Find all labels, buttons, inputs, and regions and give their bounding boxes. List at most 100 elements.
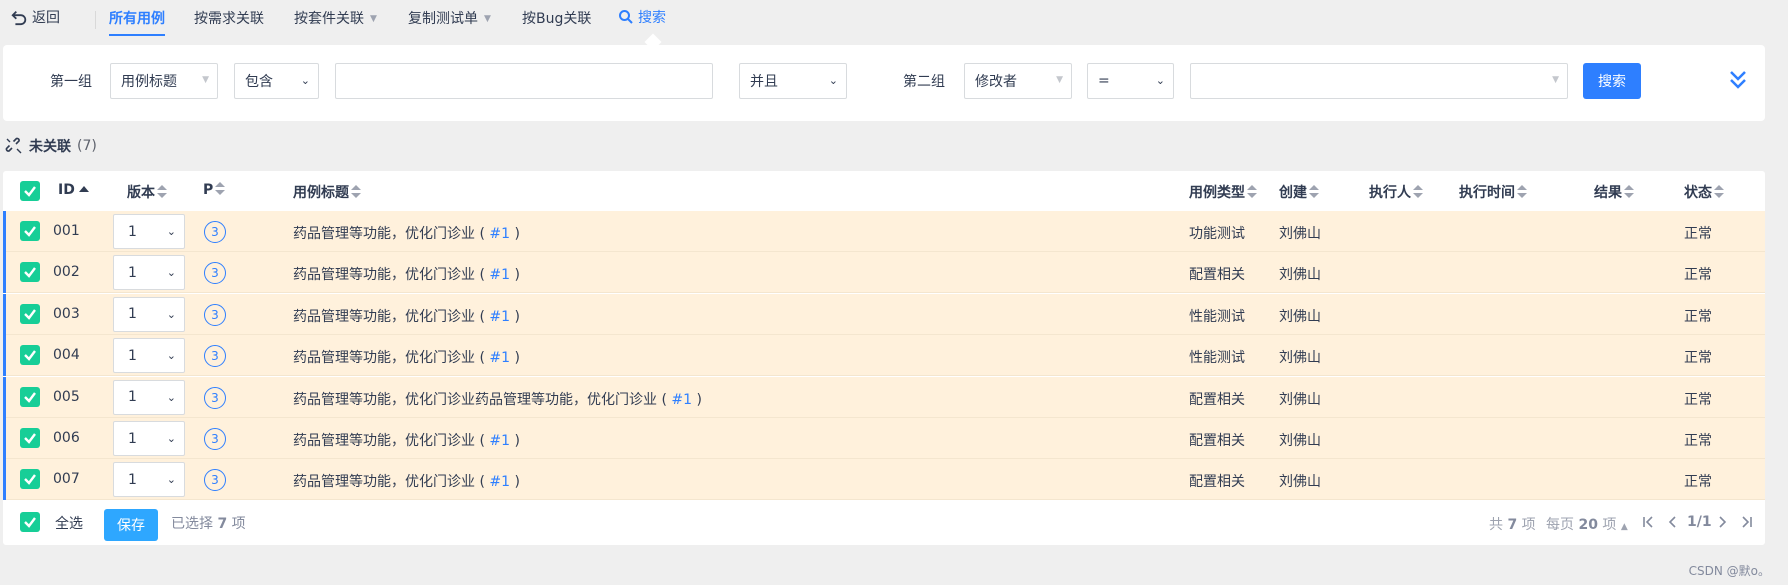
case-version-link[interactable]: #1 xyxy=(671,392,692,408)
case-title-close: ) xyxy=(514,308,520,325)
row-checkbox[interactable] xyxy=(20,221,40,241)
group2-label: 第二组 xyxy=(903,74,945,90)
th-result[interactable]: 结果 xyxy=(1594,182,1634,202)
andor-select[interactable]: 并且 ⌄ xyxy=(739,63,847,99)
table-row[interactable]: 003 1 ⌄ 3 药品管理等功能，优化门诊业 ( #1 ) 性能测试 刘佛山 正常 xyxy=(3,293,1765,335)
version-select[interactable]: 1 ⌄ xyxy=(113,462,185,498)
nav-divider xyxy=(95,11,96,29)
th-type[interactable]: 用例类型 xyxy=(1189,182,1257,202)
row-checkbox[interactable] xyxy=(20,303,40,324)
case-title-text: 药品管理等功能，优化门诊业 ( xyxy=(293,267,485,284)
tab-search[interactable]: 搜索 xyxy=(618,7,666,27)
chevron-down-icon: ▼ xyxy=(484,14,491,24)
row-selected-indicator xyxy=(3,418,6,459)
save-button[interactable]: 保存 xyxy=(104,509,158,541)
th-pri[interactable]: P xyxy=(203,182,226,198)
select-all-checkbox[interactable] xyxy=(20,512,40,532)
chevron-down-icon: ▼ xyxy=(1056,75,1063,85)
case-title[interactable]: 药品管理等功能，优化门诊业 ( #1 ) xyxy=(293,471,520,491)
last-page-icon[interactable] xyxy=(1740,515,1754,529)
double-chevron-down-icon[interactable] xyxy=(1728,69,1748,91)
case-title-text: 药品管理等功能，优化门诊业 ( xyxy=(293,433,485,449)
prev-page-icon[interactable] xyxy=(1665,515,1679,529)
tab-by-suite[interactable]: 按套件关联 ▼ xyxy=(294,8,377,28)
row-selected-indicator xyxy=(3,252,6,294)
table-row[interactable]: 004 1 ⌄ 3 药品管理等功能，优化门诊业 ( #1 ) 性能测试 刘佛山 正常 xyxy=(3,335,1765,377)
th-version-label: 版本 xyxy=(127,185,155,201)
case-status: 正常 xyxy=(1684,308,1712,325)
case-title-text: 药品管理等功能，优化门诊业 ( xyxy=(293,226,485,242)
group2-field-value: 修改者 xyxy=(975,74,1017,90)
th-executor-label: 执行人 xyxy=(1369,185,1411,201)
case-status: 正常 xyxy=(1684,350,1712,367)
group1-value-input[interactable] xyxy=(335,63,713,99)
tab-all-cases[interactable]: 所有用例 xyxy=(109,8,165,36)
row-checkbox[interactable] xyxy=(20,469,40,490)
group1-field-value: 用例标题 xyxy=(121,74,177,90)
header-checkbox[interactable] xyxy=(20,181,40,201)
version-select[interactable]: 1 ⌄ xyxy=(113,255,185,291)
table-row[interactable]: 007 1 ⌄ 3 药品管理等功能，优化门诊业 ( #1 ) 配置相关 刘佛山 正常 xyxy=(3,459,1765,501)
table-row[interactable]: 001 1 ⌄ 3 药品管理等功能，优化门诊业 ( #1 ) 功能测试 刘佛山 正常 xyxy=(3,211,1765,252)
unlink-icon xyxy=(5,137,22,154)
case-title[interactable]: 药品管理等功能，优化门诊业 ( #1 ) xyxy=(293,223,520,243)
th-executor[interactable]: 执行人 xyxy=(1369,182,1423,202)
case-version-link[interactable]: #1 xyxy=(489,309,510,325)
group2-operator-select[interactable]: = ⌄ xyxy=(1087,63,1174,99)
tab-copy-testtask[interactable]: 复制测试单 ▼ xyxy=(408,8,491,28)
th-creator[interactable]: 创建 xyxy=(1279,182,1319,202)
table-row[interactable]: 005 1 ⌄ 3 药品管理等功能，优化门诊业药品管理等功能，优化门诊业 ( #1 ) 配… xyxy=(3,376,1765,418)
first-page-icon[interactable] xyxy=(1641,515,1655,529)
case-title[interactable]: 药品管理等功能，优化门诊业 ( #1 ) xyxy=(293,306,520,326)
row-checkbox[interactable] xyxy=(20,262,40,283)
pager-total: 共 7 项 xyxy=(1489,514,1536,534)
case-title[interactable]: 药品管理等功能，优化门诊业药品管理等功能，优化门诊业 ( #1 ) xyxy=(293,389,702,409)
chevron-down-icon: ⌄ xyxy=(166,225,176,238)
th-status[interactable]: 状态 xyxy=(1684,182,1724,202)
version-value: 1 xyxy=(128,264,137,281)
select-all-label[interactable]: 全选 xyxy=(55,513,83,533)
andor-value: 并且 xyxy=(750,74,778,90)
version-select[interactable]: 1 ⌄ xyxy=(113,296,185,332)
th-id[interactable]: ID xyxy=(58,182,89,198)
version-select[interactable]: 1 ⌄ xyxy=(113,421,185,456)
row-checkbox[interactable] xyxy=(20,386,40,407)
case-version-link[interactable]: #1 xyxy=(489,267,510,283)
pager-per-page[interactable]: 每页 20 项 ▲ xyxy=(1546,514,1628,534)
th-title[interactable]: 用例标题 xyxy=(293,182,361,202)
priority-badge: 3 xyxy=(204,428,226,450)
group2-field-select[interactable]: 修改者 ▼ xyxy=(964,63,1072,99)
group1-operator-select[interactable]: 包含 ⌄ xyxy=(234,63,319,99)
next-page-icon[interactable] xyxy=(1716,515,1730,529)
check-icon xyxy=(24,186,36,197)
case-version-link[interactable]: #1 xyxy=(489,350,510,366)
sort-icon xyxy=(1714,185,1724,199)
th-version[interactable]: 版本 xyxy=(127,182,167,202)
case-version-link[interactable]: #1 xyxy=(489,433,510,449)
case-title[interactable]: 药品管理等功能，优化门诊业 ( #1 ) xyxy=(293,347,520,367)
tab-by-story[interactable]: 按需求关联 xyxy=(194,8,264,28)
version-select[interactable]: 1 ⌄ xyxy=(113,338,185,374)
case-status: 正常 xyxy=(1684,433,1712,449)
case-version-link[interactable]: #1 xyxy=(489,474,510,490)
search-button[interactable]: 搜索 xyxy=(1583,63,1641,99)
th-exec-time[interactable]: 执行时间 xyxy=(1459,182,1527,202)
case-title[interactable]: 药品管理等功能，优化门诊业 ( #1 ) xyxy=(293,430,520,450)
tab-by-bug[interactable]: 按Bug关联 xyxy=(522,8,591,28)
version-select[interactable]: 1 ⌄ xyxy=(113,214,185,249)
group2-value-select[interactable]: ▼ xyxy=(1190,63,1568,99)
pager-per-page-prefix: 每页 xyxy=(1546,517,1574,533)
th-creator-label: 创建 xyxy=(1279,185,1307,201)
table-row[interactable]: 006 1 ⌄ 3 药品管理等功能，优化门诊业 ( #1 ) 配置相关 刘佛山 正常 xyxy=(3,418,1765,459)
row-checkbox[interactable] xyxy=(20,428,40,448)
back-button[interactable]: 返回 xyxy=(10,7,60,27)
case-type: 配置相关 xyxy=(1189,267,1245,284)
row-checkbox[interactable] xyxy=(20,345,40,366)
group1-field-select[interactable]: 用例标题 ▼ xyxy=(110,63,218,99)
table-row[interactable]: 002 1 ⌄ 3 药品管理等功能，优化门诊业 ( #1 ) 配置相关 刘佛山 正常 xyxy=(3,252,1765,294)
section-count: (7) xyxy=(77,138,97,154)
case-title[interactable]: 药品管理等功能，优化门诊业 ( #1 ) xyxy=(293,264,520,284)
version-select[interactable]: 1 ⌄ xyxy=(113,379,185,415)
priority-badge: 3 xyxy=(204,303,226,326)
case-version-link[interactable]: #1 xyxy=(489,226,510,242)
